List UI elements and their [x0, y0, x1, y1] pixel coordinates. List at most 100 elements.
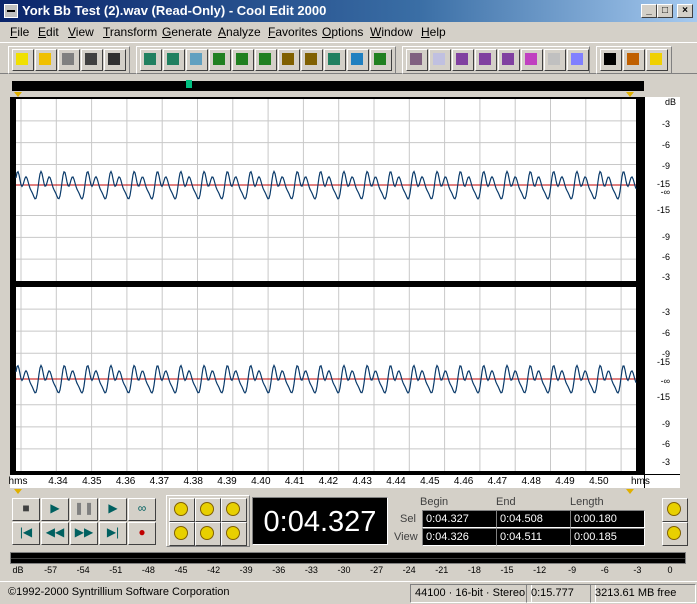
- meter-label: -18: [467, 565, 481, 575]
- paste-mix-icon-glyph: [305, 53, 317, 65]
- fast-forward-icon-glyph: ▶▶: [74, 525, 94, 539]
- zoom-selection-icon[interactable]: [169, 522, 195, 546]
- new-icon[interactable]: [12, 49, 34, 71]
- ruler-label: 4.48: [521, 476, 541, 487]
- multitrack-icon[interactable]: [475, 49, 497, 71]
- waveform-view-icon[interactable]: [452, 49, 474, 71]
- save-as-icon-glyph: [85, 53, 97, 65]
- play-to-end-icon[interactable]: ▶: [99, 498, 127, 521]
- sel-label: Sel: [400, 513, 416, 525]
- overview-position-marker[interactable]: [186, 80, 192, 88]
- sel-begin-field[interactable]: 0:04.327: [422, 510, 497, 528]
- view-end-field[interactable]: 0:04.511: [496, 528, 571, 546]
- favorites-icon[interactable]: [600, 49, 622, 71]
- goto-start-icon[interactable]: |◀: [12, 522, 40, 545]
- loop-icon[interactable]: ∞: [128, 498, 156, 521]
- waveform-canvas[interactable]: [10, 97, 644, 475]
- info-icon[interactable]: [544, 49, 566, 71]
- db-label-top: -9: [661, 232, 670, 242]
- cd-icon[interactable]: [567, 49, 589, 71]
- overview-bar[interactable]: [12, 81, 644, 91]
- insert-icon[interactable]: [347, 49, 369, 71]
- time-ruler[interactable]: hms 4.34 4.35 4.36 4.37 4.38 4.39 4.40 4.41 4.42 4…: [9, 474, 644, 488]
- ruler-label: 4.44: [386, 476, 406, 487]
- app-icon[interactable]: [4, 4, 18, 18]
- goto-end-icon[interactable]: ▶|: [99, 522, 127, 545]
- stop-icon[interactable]: ■: [12, 498, 40, 521]
- sel-end-field[interactable]: 0:04.508: [496, 510, 571, 528]
- menu-view[interactable]: View: [68, 25, 94, 39]
- db-label-top: -9: [661, 161, 670, 171]
- view-length-field[interactable]: 0:00.185: [570, 528, 645, 546]
- cue-list-icon[interactable]: [498, 49, 520, 71]
- db-label-top: -6: [661, 252, 670, 262]
- begin-header: Begin: [420, 496, 449, 508]
- minimize-button[interactable]: _: [641, 4, 657, 18]
- checkbox-icon[interactable]: [429, 49, 451, 71]
- mix-paste-icon[interactable]: [324, 49, 346, 71]
- menu-favorites[interactable]: Favorites: [268, 25, 317, 39]
- ruler-label: 4.45: [420, 476, 440, 487]
- spectral-view-icon[interactable]: [406, 49, 428, 71]
- select-icon[interactable]: [209, 49, 231, 71]
- meter-label: -3: [633, 565, 642, 575]
- close-button[interactable]: ×: [677, 4, 693, 18]
- ruler-label: 4.43: [352, 476, 372, 487]
- open-icon[interactable]: [35, 49, 57, 71]
- menu-transform[interactable]: Transform: [103, 25, 157, 39]
- menu-options[interactable]: Options: [322, 25, 363, 39]
- settings-icon[interactable]: [623, 49, 645, 71]
- save-all-icon[interactable]: [104, 49, 126, 71]
- zoom-full-icon[interactable]: [221, 498, 247, 522]
- meter-label: -9: [568, 565, 577, 575]
- zoom-right-icon[interactable]: [221, 522, 247, 546]
- paste-mix-icon[interactable]: [301, 49, 323, 71]
- zoom-out-icon[interactable]: [195, 498, 221, 522]
- multitrack-icon-glyph: [479, 53, 491, 65]
- cd-icon-glyph: [571, 53, 583, 65]
- menu-generate[interactable]: Generate: [162, 25, 212, 39]
- undo-icon[interactable]: [140, 49, 162, 71]
- menu-window[interactable]: Window: [370, 25, 413, 39]
- title-bar: York Bb Test (2).wav (Read-Only) - Cool …: [0, 0, 697, 22]
- meter-label: -33: [304, 565, 318, 575]
- help-icon[interactable]: [646, 49, 668, 71]
- waveform-view-icon-glyph: [456, 53, 468, 65]
- menu-analyze[interactable]: Analyze: [218, 25, 261, 39]
- ruler-label: 4.38: [183, 476, 203, 487]
- ruler-label: 4.40: [251, 476, 271, 487]
- zoom-left-icon[interactable]: [195, 522, 221, 546]
- ruler-label: 4.47: [487, 476, 508, 487]
- selection-end-marker[interactable]: [626, 489, 634, 494]
- cut-silence-icon[interactable]: [186, 49, 208, 71]
- window-title: York Bb Test (2).wav (Read-Only) - Cool …: [22, 3, 327, 18]
- pause-icon[interactable]: ❚❚: [70, 498, 98, 521]
- play-list-icon[interactable]: [521, 49, 543, 71]
- db-label-bottom: -15: [656, 392, 670, 402]
- repeat-icon[interactable]: [163, 49, 185, 71]
- menu-help[interactable]: Help: [421, 25, 446, 39]
- paste-icon[interactable]: [278, 49, 300, 71]
- rewind-icon[interactable]: ◀◀: [41, 522, 69, 545]
- view-begin-field[interactable]: 0:04.326: [422, 528, 497, 546]
- vertical-zoom-in-icon[interactable]: [662, 522, 688, 546]
- save-as-icon[interactable]: [81, 49, 103, 71]
- ruler-label: 4.49: [555, 476, 575, 487]
- vertical-zoom-out-icon[interactable]: [662, 498, 688, 522]
- copy-icon[interactable]: [232, 49, 254, 71]
- cut-icon[interactable]: [255, 49, 277, 71]
- play-icon[interactable]: ▶: [41, 498, 69, 521]
- save-icon[interactable]: [58, 49, 80, 71]
- sel-length-field[interactable]: 0:00.180: [570, 510, 645, 528]
- waveform-display[interactable]: [10, 97, 644, 475]
- zoom-in-icon[interactable]: [169, 498, 195, 522]
- selection-start-marker[interactable]: [14, 489, 22, 494]
- db-label-top: -∞: [660, 187, 670, 197]
- record-icon[interactable]: ●: [128, 522, 156, 545]
- ruler-label: 4.37: [149, 476, 170, 487]
- menu-edit[interactable]: Edit: [38, 25, 59, 39]
- menu-file[interactable]: File: [10, 25, 29, 39]
- maximize-button[interactable]: □: [657, 4, 673, 18]
- trim-icon[interactable]: [370, 49, 392, 71]
- fast-forward-icon[interactable]: ▶▶: [70, 522, 98, 545]
